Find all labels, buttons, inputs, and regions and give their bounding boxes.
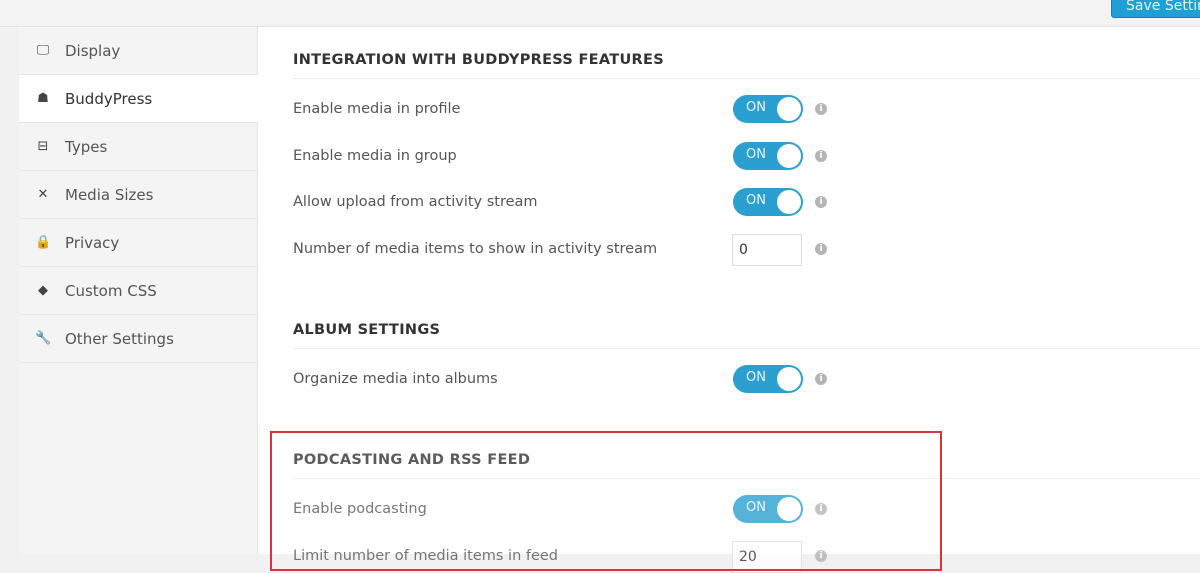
sidebar-item-label: Media Sizes bbox=[65, 185, 154, 204]
album-section: ALBUM SETTINGS Organize media into album… bbox=[293, 317, 1200, 393]
sidebar-item-privacy[interactable]: 🔒 Privacy bbox=[19, 219, 257, 267]
sidebar-item-label: Other Settings bbox=[65, 329, 174, 348]
info-icon[interactable]: i bbox=[815, 243, 827, 255]
sidebar-item-other-settings[interactable]: 🔧 Other Settings bbox=[19, 315, 257, 363]
sidebar-item-label: BuddyPress bbox=[65, 89, 153, 108]
enable-media-group-toggle[interactable]: ON bbox=[733, 142, 803, 170]
info-icon[interactable]: i bbox=[815, 196, 827, 208]
setting-label: Number of media items to show in activit… bbox=[293, 241, 658, 257]
sidebar-item-types[interactable]: ⊟ Types bbox=[19, 123, 257, 171]
setting-row: Allow upload from activity stream ON i bbox=[293, 187, 893, 217]
toggle-knob bbox=[777, 144, 801, 168]
sidebar-item-media-sizes[interactable]: ✕ Media Sizes bbox=[19, 171, 257, 219]
setting-label: Enable media in profile bbox=[293, 101, 461, 117]
enable-media-profile-toggle[interactable]: ON bbox=[733, 95, 803, 123]
toggle-knob bbox=[777, 190, 801, 214]
setting-label: Allow upload from activity stream bbox=[293, 194, 538, 210]
sidebar-item-label: Display bbox=[65, 41, 121, 60]
sidebar-item-label: Types bbox=[65, 137, 108, 156]
info-icon[interactable]: i bbox=[815, 150, 827, 162]
sidebar-item-display[interactable]: 🖵 Display bbox=[19, 27, 257, 75]
info-icon[interactable]: i bbox=[815, 373, 827, 385]
integration-section: INTEGRATION WITH BUDDYPRESS FEATURES Ena… bbox=[293, 47, 1200, 266]
toggle-knob bbox=[777, 97, 801, 121]
lock-icon: 🔒 bbox=[35, 235, 52, 250]
monitor-icon: 🖵 bbox=[36, 43, 50, 58]
types-icon: ⊟ bbox=[37, 139, 49, 154]
toggle-knob bbox=[777, 367, 801, 391]
setting-label: Enable media in group bbox=[293, 148, 457, 164]
setting-row: Enable media in group ON i bbox=[293, 141, 893, 171]
activity-media-count-input[interactable] bbox=[732, 234, 802, 266]
organize-albums-toggle[interactable]: ON bbox=[733, 365, 803, 393]
section-title: INTEGRATION WITH BUDDYPRESS FEATURES bbox=[293, 47, 1200, 79]
tag-icon: ◆ bbox=[38, 283, 48, 298]
save-settings-button[interactable]: Save Settings bbox=[1111, 0, 1200, 18]
sidebar-item-custom-css[interactable]: ◆ Custom CSS bbox=[19, 267, 257, 315]
info-icon[interactable]: i bbox=[815, 103, 827, 115]
toggle-state: ON bbox=[746, 100, 766, 115]
resize-icon: ✕ bbox=[37, 187, 49, 202]
sidebar-item-label: Privacy bbox=[65, 233, 120, 252]
highlight-box bbox=[270, 431, 942, 571]
sidebar-item-label: Custom CSS bbox=[65, 281, 157, 300]
group-icon: ☗ bbox=[37, 91, 49, 106]
setting-row: Enable media in profile ON i bbox=[293, 94, 893, 124]
settings-sidebar: 🖵 Display ☗ BuddyPress ⊟ Types ✕ Media S… bbox=[19, 27, 259, 554]
sidebar-item-buddypress[interactable]: ☗ BuddyPress bbox=[19, 75, 259, 123]
toggle-state: ON bbox=[746, 147, 766, 162]
wrench-icon: 🔧 bbox=[35, 331, 52, 346]
setting-label: Organize media into albums bbox=[293, 371, 498, 387]
toggle-state: ON bbox=[746, 370, 766, 385]
allow-upload-activity-toggle[interactable]: ON bbox=[733, 188, 803, 216]
setting-row: Organize media into albums ON i bbox=[293, 364, 893, 394]
setting-row: Number of media items to show in activit… bbox=[293, 234, 893, 266]
toggle-state: ON bbox=[746, 193, 766, 208]
section-title: ALBUM SETTINGS bbox=[293, 317, 1200, 349]
top-toolbar: Save Settings bbox=[0, 0, 1200, 27]
